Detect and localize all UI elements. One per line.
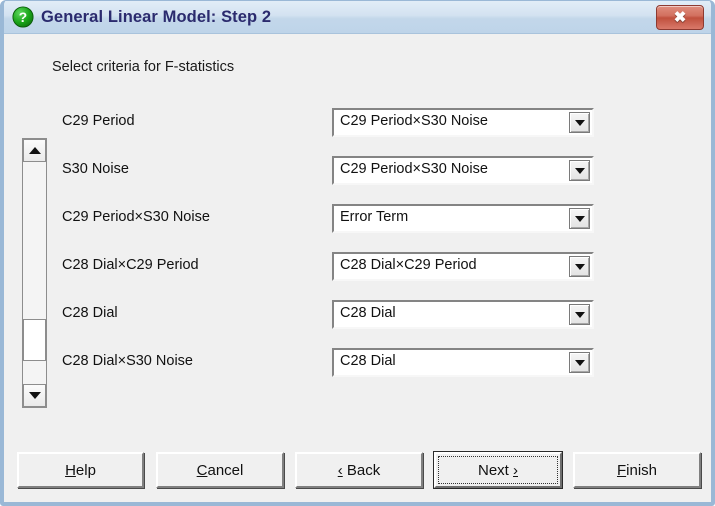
row-label-0: C29 Period bbox=[62, 113, 135, 129]
next-button[interactable]: Next › bbox=[433, 451, 563, 489]
combo-box-2[interactable]: Error Term bbox=[332, 204, 594, 233]
criteria-row: C28 Dial×S30 Noise C28 Dial bbox=[4, 348, 711, 378]
criteria-row: C29 Period×S30 Noise Error Term bbox=[4, 204, 711, 234]
help-button-label: Help bbox=[65, 461, 96, 479]
combo-box-3[interactable]: C28 Dial×C29 Period bbox=[332, 252, 594, 281]
combo-arrow-button-1[interactable] bbox=[569, 160, 590, 181]
chevron-down-icon bbox=[574, 263, 585, 270]
back-button-label: ‹ Back bbox=[337, 461, 381, 479]
row-label-5: C28 Dial×S30 Noise bbox=[62, 353, 193, 369]
close-button[interactable]: ✖ bbox=[656, 4, 704, 30]
chevron-down-icon bbox=[574, 167, 585, 174]
cancel-button[interactable]: Cancel bbox=[156, 452, 284, 488]
dialog-window: ? General Linear Model: Step 2 ✖ Select … bbox=[0, 0, 715, 506]
window-inner: ? General Linear Model: Step 2 ✖ Select … bbox=[4, 1, 711, 502]
combo-box-4[interactable]: C28 Dial bbox=[332, 300, 594, 329]
combo-value-0: C29 Period×S30 Noise bbox=[340, 113, 488, 129]
criteria-row: C29 Period C29 Period×S30 Noise bbox=[4, 108, 711, 138]
combo-arrow-button-4[interactable] bbox=[569, 304, 590, 325]
help-question-icon: ? bbox=[12, 6, 34, 28]
combo-box-0[interactable]: C29 Period×S30 Noise bbox=[332, 108, 594, 137]
combo-arrow-button-5[interactable] bbox=[569, 352, 590, 373]
chevron-down-icon bbox=[574, 119, 585, 126]
dialog-body: Select criteria for F-statistics C29 Per… bbox=[4, 34, 711, 501]
chevron-down-icon bbox=[574, 311, 585, 318]
criteria-row: C28 Dial×C29 Period C28 Dial×C29 Period bbox=[4, 252, 711, 282]
combo-value-3: C28 Dial×C29 Period bbox=[340, 257, 477, 273]
finish-button-label: Finish bbox=[616, 461, 658, 479]
row-label-2: C29 Period×S30 Noise bbox=[62, 209, 210, 225]
chevron-down-icon bbox=[574, 215, 585, 222]
window-title: General Linear Model: Step 2 bbox=[41, 7, 272, 26]
button-bar: Help Cancel ‹ Back Next › Finish bbox=[4, 444, 711, 501]
row-label-1: S30 Noise bbox=[62, 161, 129, 177]
next-button-label: Next › bbox=[477, 461, 518, 479]
criteria-rows: C29 Period C29 Period×S30 Noise S30 Nois… bbox=[4, 34, 711, 434]
combo-value-4: C28 Dial bbox=[340, 305, 396, 321]
criteria-row: C28 Dial C28 Dial bbox=[4, 300, 711, 330]
close-icon: ✖ bbox=[673, 8, 687, 26]
combo-arrow-button-3[interactable] bbox=[569, 256, 590, 277]
combo-value-5: C28 Dial bbox=[340, 353, 396, 369]
chevron-down-icon bbox=[574, 359, 585, 366]
combo-box-1[interactable]: C29 Period×S30 Noise bbox=[332, 156, 594, 185]
title-bar[interactable]: ? General Linear Model: Step 2 ✖ bbox=[4, 1, 711, 34]
cancel-button-label: Cancel bbox=[196, 461, 244, 479]
combo-box-5[interactable]: C28 Dial bbox=[332, 348, 594, 377]
criteria-row: S30 Noise C29 Period×S30 Noise bbox=[4, 156, 711, 186]
row-label-3: C28 Dial×C29 Period bbox=[62, 257, 199, 273]
combo-arrow-button-0[interactable] bbox=[569, 112, 590, 133]
combo-arrow-button-2[interactable] bbox=[569, 208, 590, 229]
svg-text:?: ? bbox=[19, 10, 27, 25]
combo-value-1: C29 Period×S30 Noise bbox=[340, 161, 488, 177]
back-button[interactable]: ‹ Back bbox=[295, 452, 423, 488]
finish-button[interactable]: Finish bbox=[573, 452, 701, 488]
row-label-4: C28 Dial bbox=[62, 305, 118, 321]
help-button[interactable]: Help bbox=[17, 452, 144, 488]
combo-value-2: Error Term bbox=[340, 209, 409, 225]
